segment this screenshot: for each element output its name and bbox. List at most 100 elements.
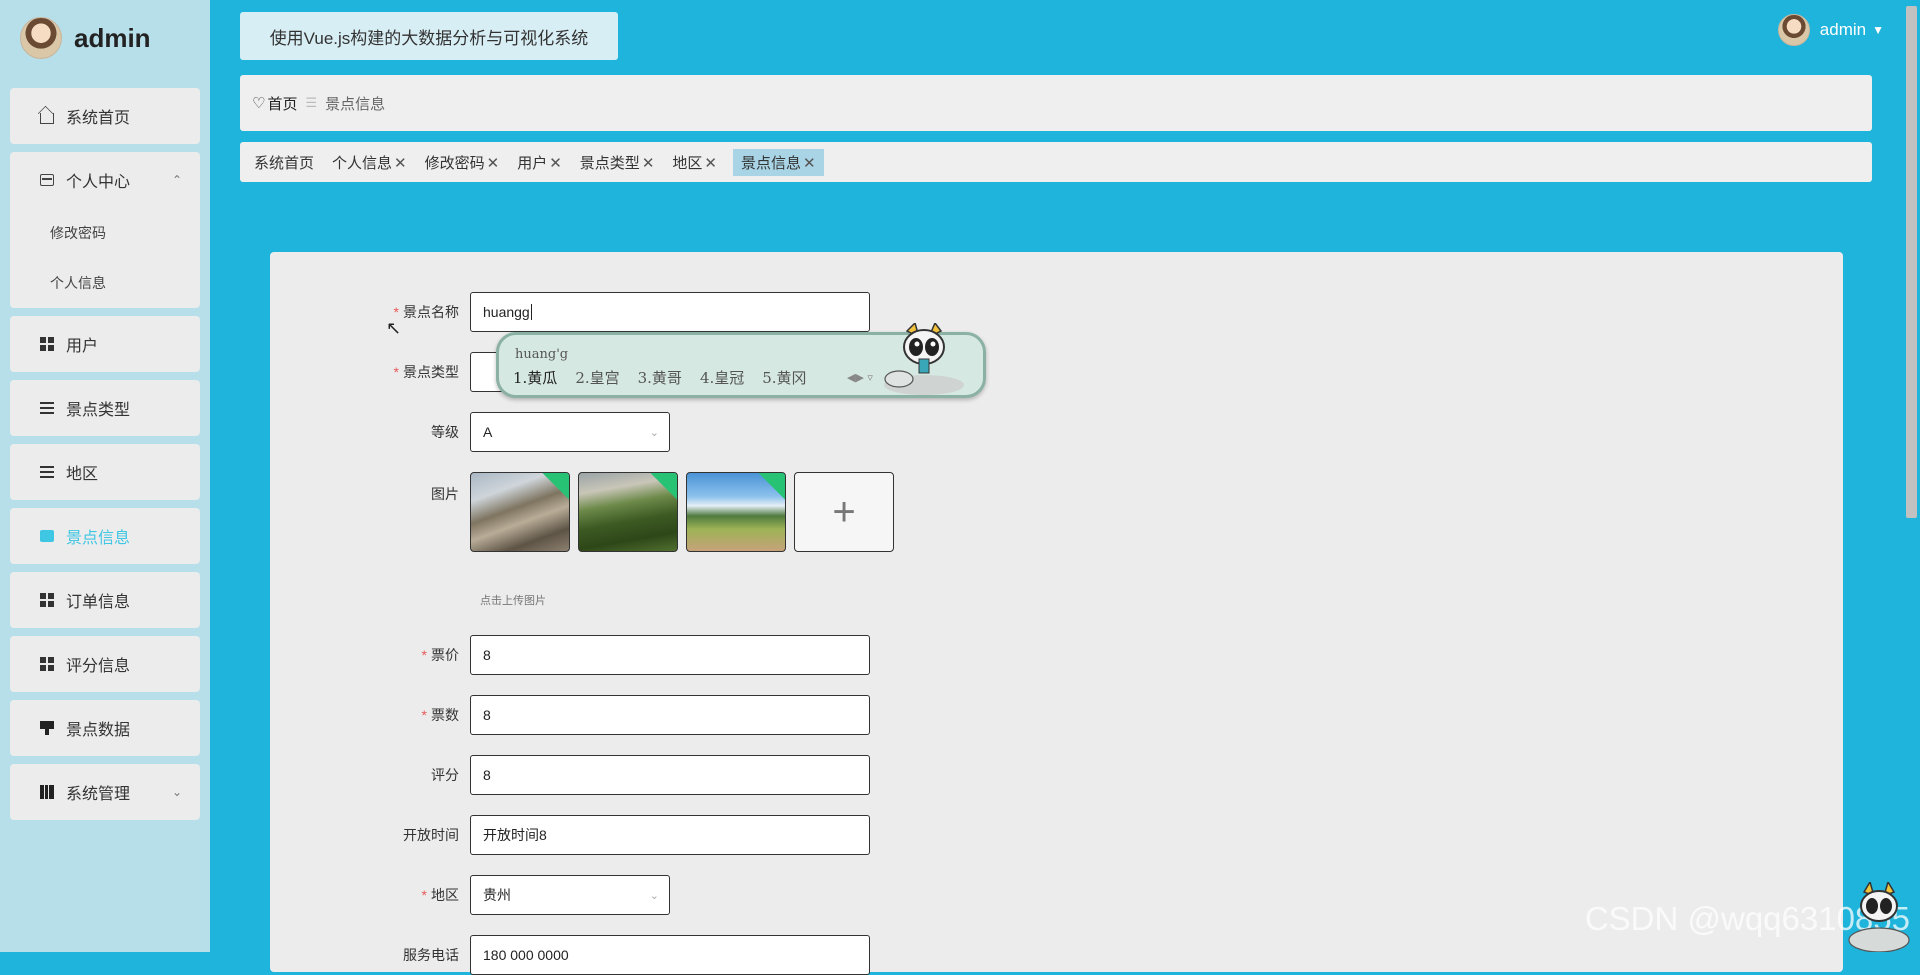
field-label: * 景点类型 [270, 362, 470, 382]
upload-hint: 点击上传图片 [480, 595, 546, 607]
label-text: 票数 [431, 707, 459, 723]
grid-icon [40, 657, 54, 671]
scrollbar-thumb[interactable] [1906, 6, 1917, 518]
sidebar-item-system-admin[interactable]: 系统管理 ⌄ [10, 764, 200, 820]
close-icon[interactable]: ✕ [642, 155, 655, 172]
field-label: * 景点名称 [270, 302, 470, 322]
breadcrumb-current: 景点信息 [325, 95, 386, 113]
avatar [1777, 14, 1810, 46]
sidebar-item-label: 地区 [66, 466, 99, 483]
ime-candidate[interactable]: 1.黄瓜 [513, 367, 557, 388]
select-value: A [483, 424, 493, 440]
required-mark: * [421, 887, 427, 903]
grid-icon [40, 593, 54, 607]
tag-home[interactable]: 系统首页 [252, 150, 316, 175]
field-label: 服务电话 [270, 945, 470, 965]
tag-change-password[interactable]: 修改密码 ✕ [423, 150, 502, 175]
uploaded-image[interactable] [470, 472, 570, 552]
label-text: 评分 [431, 767, 459, 783]
label-text: 景点类型 [403, 364, 459, 380]
input-value: 8 [483, 767, 491, 783]
plus-icon: + [832, 489, 856, 534]
tag-label: 系统首页 [254, 154, 315, 172]
user-name: admin [1819, 20, 1867, 39]
label-text: 图片 [431, 486, 459, 502]
close-icon[interactable]: ✕ [803, 155, 816, 172]
close-icon[interactable]: ✕ [487, 155, 500, 172]
success-badge-icon [649, 473, 677, 500]
brand: admin [20, 16, 151, 60]
close-icon[interactable]: ✕ [549, 155, 562, 172]
input-value: 8 [483, 647, 491, 663]
tag-scenic-info[interactable]: 景点信息 ✕ [732, 148, 824, 176]
ime-page-nav-icon[interactable]: ◀▶ ▿ [847, 371, 873, 384]
field-label: * 票数 [270, 705, 470, 725]
form-row-phone: 服务电话 180 000 0000 [270, 935, 870, 975]
sidebar-item-label: 订单信息 [66, 594, 131, 611]
page-scrollbar[interactable] [1903, 0, 1920, 952]
sidebar-item-scenic-info[interactable]: 景点信息 [10, 508, 200, 564]
sidebar-item-scenic-types[interactable]: 景点类型 [10, 380, 200, 436]
text-caret [530, 304, 532, 320]
tag-label: 景点类型 [579, 154, 640, 172]
sidebar-item-home[interactable]: 系统首页 [10, 88, 200, 144]
field-label: 开放时间 [270, 825, 470, 845]
sidebar-item-label: 个人中心 [66, 174, 131, 191]
ime-candidate[interactable]: 2.皇宫 [575, 367, 619, 388]
field-label: * 地区 [270, 885, 470, 905]
card-icon [40, 174, 54, 186]
caret-down-icon: ▼ [1872, 23, 1884, 37]
sidebar-item-orders[interactable]: 订单信息 [10, 572, 200, 628]
ime-candidate[interactable]: 5.黄冈 [762, 367, 806, 388]
tag-users[interactable]: 用户 ✕ [515, 150, 564, 175]
open-time-input[interactable]: 开放时间8 [470, 815, 870, 855]
sidebar-item-label: 系统首页 [66, 110, 131, 127]
ime-candidate[interactable]: 3.黄哥 [638, 367, 682, 388]
chevron-down-icon: ⌄ [171, 785, 182, 799]
field-label: 等级 [270, 422, 470, 442]
tag-label: 用户 [517, 154, 548, 172]
tag-scenic-types[interactable]: 景点类型 ✕ [578, 150, 657, 175]
price-input[interactable]: 8 [470, 635, 870, 675]
form-row-open-time: 开放时间 开放时间8 [270, 815, 870, 855]
tag-personal-info[interactable]: 个人信息 ✕ [330, 150, 409, 175]
scenic-name-input[interactable]: huangg [470, 292, 870, 332]
input-value: 180 000 0000 [483, 947, 569, 963]
ime-candidate-list: 1.黄瓜 2.皇宫 3.黄哥 4.皇冠 5.黄冈 [513, 367, 825, 388]
chart-icon [40, 530, 54, 542]
home-icon [40, 112, 54, 124]
ime-candidate[interactable]: 4.皇冠 [700, 367, 744, 388]
sidebar-item-regions[interactable]: 地区 [10, 444, 200, 500]
uploaded-image[interactable] [686, 472, 786, 552]
required-mark: * [393, 364, 399, 380]
sidebar-item-ratings[interactable]: 评分信息 [10, 636, 200, 692]
ime-composition: huang'g [515, 347, 569, 362]
sidebar-subitem-change-password[interactable]: 修改密码 [10, 208, 200, 258]
chevron-up-icon: ⌃ [171, 173, 182, 187]
form-row-region: * 地区 贵州 ⌄ [270, 875, 670, 915]
form-row-level: 等级 A ⌄ [270, 412, 670, 452]
uploaded-image[interactable] [578, 472, 678, 552]
sidebar-item-scenic-data[interactable]: 景点数据 [10, 700, 200, 756]
user-menu[interactable]: admin ▼ [1777, 14, 1884, 46]
field-label: 图片 [270, 472, 470, 504]
tag-label: 修改密码 [424, 154, 485, 172]
heart-icon: ♡ [252, 95, 266, 112]
sidebar-item-users[interactable]: 用户 [10, 316, 200, 372]
tag-regions[interactable]: 地区 ✕ [670, 150, 719, 175]
label-text: 地区 [431, 887, 459, 903]
sidebar-item-personal-center[interactable]: 个人中心 ⌃ [10, 152, 200, 208]
region-select[interactable]: 贵州 ⌄ [470, 875, 670, 915]
breadcrumb-separator-icon: ☰ [305, 95, 318, 110]
required-mark: * [421, 647, 427, 663]
required-mark: * [421, 707, 427, 723]
sidebar-subitem-personal-info[interactable]: 个人信息 [10, 258, 200, 308]
tickets-input[interactable]: 8 [470, 695, 870, 735]
score-input[interactable]: 8 [470, 755, 870, 795]
level-select[interactable]: A ⌄ [470, 412, 670, 452]
close-icon[interactable]: ✕ [394, 155, 407, 172]
breadcrumb-home[interactable]: 首页 [267, 93, 297, 114]
phone-input[interactable]: 180 000 0000 [470, 935, 870, 975]
upload-button[interactable]: + [794, 472, 894, 552]
close-icon[interactable]: ✕ [704, 155, 717, 172]
